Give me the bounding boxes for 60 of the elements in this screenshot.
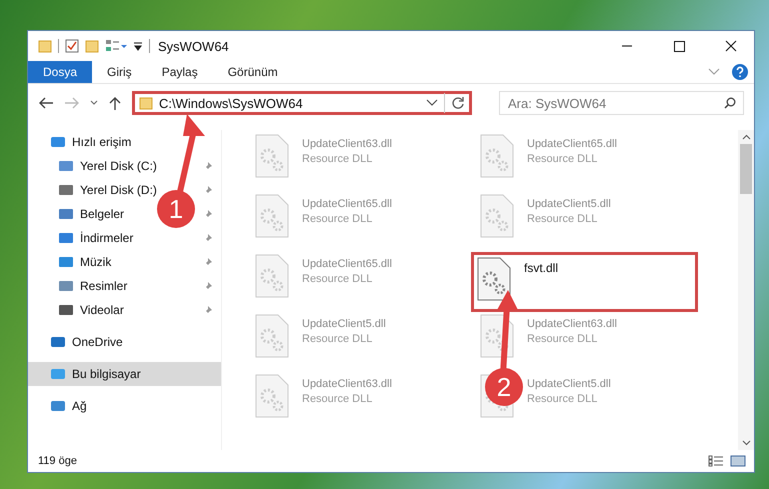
sidebar-item[interactable]: Ağ — [28, 394, 221, 418]
sidebar-item[interactable]: Yerel Disk (D:) — [80, 183, 157, 197]
dropdown-icon[interactable] — [426, 99, 438, 107]
sidebar-item[interactable]: Videolar — [80, 303, 124, 317]
item-count: 119 öge — [38, 455, 77, 467]
scrollbar-thumb[interactable] — [740, 144, 752, 194]
help-icon[interactable] — [732, 64, 748, 80]
sidebar-icon — [58, 231, 74, 245]
address-field[interactable]: C:\Windows\SysWOW64 — [132, 91, 472, 115]
sidebar-icon — [50, 399, 66, 413]
sidebar-item[interactable]: OneDrive — [28, 330, 221, 354]
file-type: Resource DLL — [302, 213, 374, 225]
sidebar-icon — [58, 207, 74, 221]
properties-icon[interactable] — [105, 39, 127, 53]
ribbon-tab[interactable]: Görünüm — [212, 61, 293, 83]
sidebar-icon — [58, 303, 74, 317]
folder-icon — [139, 96, 153, 110]
file-name[interactable]: fsvt.dll — [524, 261, 558, 275]
sidebar-item[interactable]: Belgeler — [80, 207, 124, 221]
sidebar-icon — [50, 335, 66, 349]
file-type: Resource DLL — [527, 393, 598, 405]
file-type: Resource DLL — [302, 333, 374, 345]
file-type: Resource DLL — [302, 273, 374, 285]
search-field[interactable]: Ara: SysWOW64 — [499, 91, 744, 115]
file-type: Resource DLL — [527, 153, 598, 165]
sidebar-item[interactable]: Hızlı erişim — [28, 130, 221, 154]
details-view-icon[interactable] — [708, 455, 724, 467]
file-type: Resource DLL — [302, 393, 374, 405]
search-icon[interactable] — [724, 97, 736, 109]
sidebar-item[interactable]: Müzik — [80, 255, 112, 269]
scroll-up-icon[interactable] — [742, 134, 750, 140]
ribbon-tab[interactable]: Paylaş — [146, 61, 213, 83]
thumbnails-view-icon[interactable] — [730, 455, 746, 467]
checklist-icon[interactable] — [65, 39, 79, 53]
file-type: Resource DLL — [527, 213, 598, 225]
sidebar-item[interactable]: Bu bilgisayar — [28, 362, 221, 386]
up-arrow-icon[interactable] — [108, 96, 122, 110]
folder-icon[interactable] — [38, 39, 52, 53]
scrollbar[interactable] — [738, 130, 754, 450]
dll-file-icon[interactable] — [476, 257, 512, 301]
file-type: Resource DLL — [527, 333, 598, 345]
scroll-down-icon[interactable] — [742, 440, 750, 446]
back-arrow-icon[interactable] — [38, 96, 54, 110]
sidebar-icon — [58, 255, 74, 269]
sidebar-item[interactable]: İndirmeler — [80, 231, 134, 245]
window-title: SysWOW64 — [158, 38, 229, 54]
sidebar-icon — [50, 367, 66, 381]
chevron-icon[interactable] — [708, 67, 720, 77]
ribbon-tab[interactable]: Dosya — [28, 61, 92, 83]
forward-arrow-icon[interactable] — [64, 96, 80, 110]
sidebar-item[interactable]: Yerel Disk (C:) — [80, 159, 157, 173]
sidebar-item[interactable]: Resimler — [80, 279, 128, 293]
file-type: Resource DLL — [302, 153, 374, 165]
sidebar-icon — [50, 135, 66, 149]
sidebar-icon — [58, 159, 74, 173]
folder-icon[interactable] — [85, 39, 99, 53]
refresh-icon[interactable] — [451, 96, 465, 110]
sidebar-icon — [58, 183, 74, 197]
sidebar-icon — [58, 279, 74, 293]
ribbon-tab[interactable]: Giriş — [92, 61, 147, 83]
